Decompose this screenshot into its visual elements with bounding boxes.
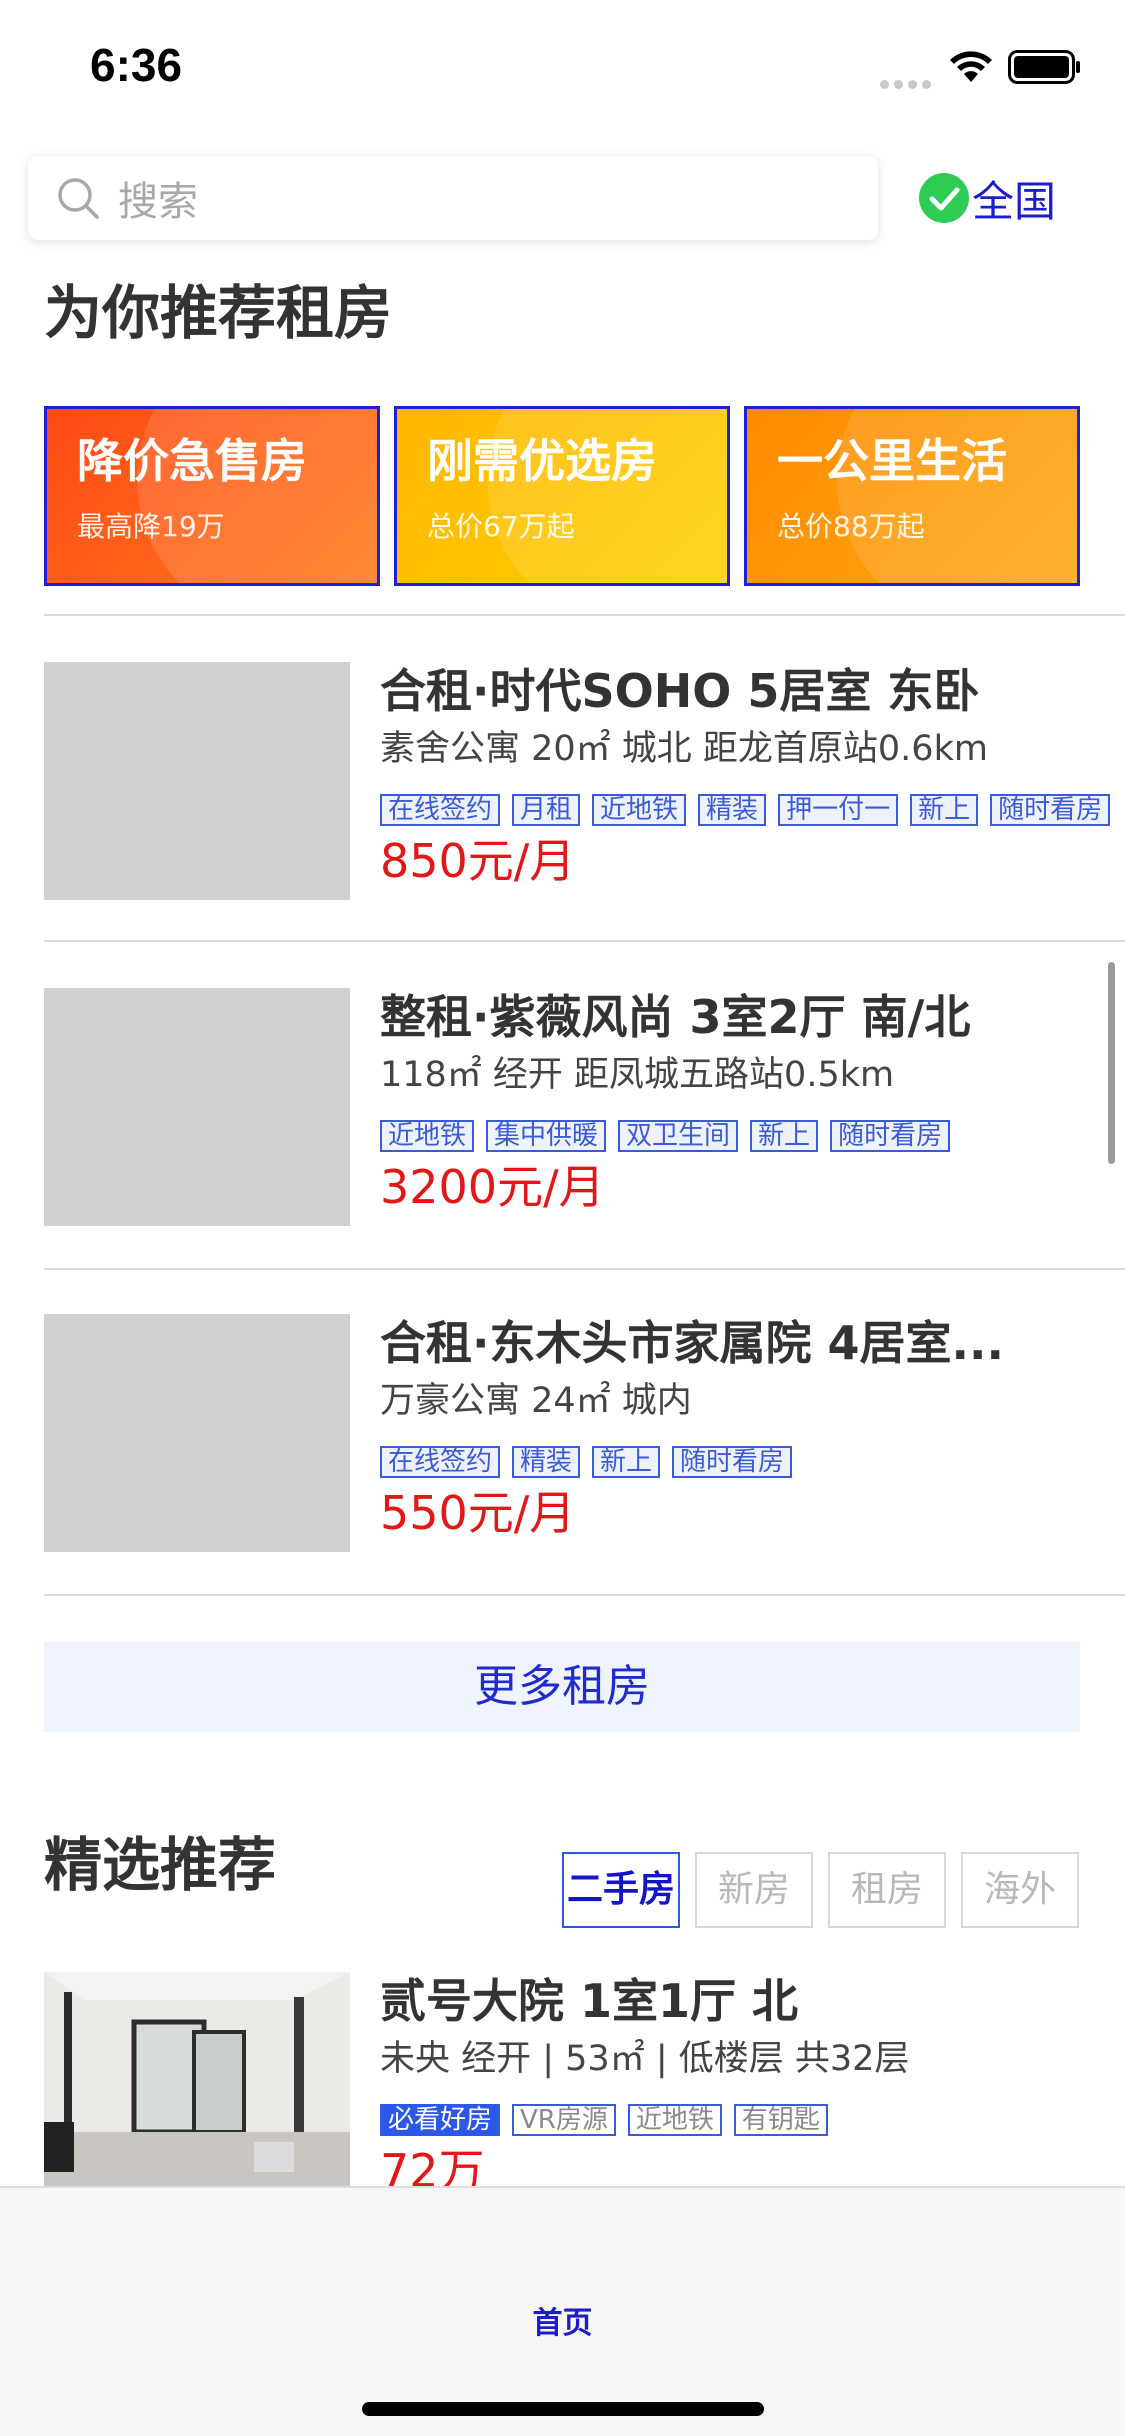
- listing-price: 3200元/月: [380, 1160, 605, 1214]
- section-title-featured: 精选推荐: [44, 1831, 277, 1899]
- room-photo: [44, 1972, 350, 2186]
- tab-home[interactable]: 首页: [0, 2298, 1125, 2342]
- list-item[interactable]: 合租·东木头市家属院 4居室... 万豪公寓 24㎡ 城内 在线签约 精装 新上 随时…: [44, 1314, 1125, 1554]
- tag: 近地铁: [380, 1120, 475, 1152]
- tag: VR房源: [512, 2104, 616, 2136]
- promo-title: 一公里生活: [777, 434, 1007, 488]
- listing-tags: 近地铁 集中供暖 双卫生间 新上 随时看房: [380, 1120, 1125, 1152]
- listing-photo: [44, 1972, 350, 2186]
- divider: [44, 1594, 1125, 1596]
- tag: 必看好房: [380, 2104, 501, 2136]
- tab-overseas[interactable]: 海外: [961, 1852, 1079, 1928]
- tag: 随时看房: [672, 1446, 793, 1478]
- tag: 有钥匙: [733, 2104, 828, 2136]
- listing-thumbnail: [44, 662, 350, 900]
- region-selector[interactable]: 全国: [918, 170, 1056, 226]
- signal-dots-icon: [880, 74, 936, 89]
- tag: 新上: [910, 794, 979, 826]
- status-time: 6:36: [90, 39, 183, 91]
- more-rent-button[interactable]: 更多租房: [44, 1642, 1080, 1732]
- list-item[interactable]: 合租·时代SOHO 5居室 东卧 素舍公寓 20㎡ 城北 距龙首原站0.6km …: [44, 662, 1125, 902]
- listing-price: 550元/月: [380, 1486, 576, 1540]
- listing-subtitle: 未央 经开 | 53㎡ | 低楼层 共32层: [380, 2039, 910, 2079]
- promo-subtitle: 总价67万起: [427, 510, 575, 543]
- tag: 近地铁: [627, 2104, 722, 2136]
- divider: [44, 1268, 1125, 1270]
- listing-price: 850元/月: [380, 834, 576, 888]
- tag: 在线签约: [380, 1446, 501, 1478]
- listing-tags: 在线签约 精装 新上 随时看房: [380, 1446, 1125, 1478]
- section-title-rent: 为你推荐租房: [44, 279, 393, 347]
- list-item[interactable]: 贰号大院 1室1厅 北 未央 经开 | 53㎡ | 低楼层 共32层 必看好房 V…: [44, 1972, 1125, 2186]
- listing-title: 整租·紫薇风尚 3室2厅 南/北: [380, 990, 971, 1044]
- region-label: 全国: [972, 176, 1057, 226]
- listing-tags: 必看好房 VR房源 近地铁 有钥匙: [380, 2104, 1125, 2136]
- promo-cards: 降价急售房 最高降19万 刚需优选房 总价67万起 一公里生活 总价88万起: [44, 406, 1080, 586]
- tab-secondhand[interactable]: 二手房: [562, 1852, 680, 1928]
- check-circle-icon: [919, 173, 969, 223]
- promo-card[interactable]: 刚需优选房 总价67万起: [394, 406, 730, 586]
- promo-subtitle: 总价88万起: [777, 510, 925, 543]
- wifi-icon: [950, 51, 992, 82]
- listing-tags: 在线签约 月租 近地铁 精装 押一付一 新上 随时看房: [380, 794, 1125, 826]
- tag: 押一付一: [778, 794, 899, 826]
- home-indicator: [362, 2402, 764, 2416]
- tag: 月租: [512, 794, 581, 826]
- search-placeholder: 搜索: [118, 179, 198, 225]
- tab-rent[interactable]: 租房: [828, 1852, 946, 1928]
- tag: 双卫生间: [618, 1120, 739, 1152]
- filter-tabs: 二手房 新房 租房 海外: [562, 1852, 1079, 1928]
- search-input[interactable]: 搜索: [28, 156, 878, 240]
- promo-title: 降价急售房: [77, 434, 307, 488]
- tag: 随时看房: [990, 794, 1111, 826]
- promo-subtitle: 最高降19万: [77, 510, 225, 543]
- listing-subtitle: 118㎡ 经开 距凤城五路站0.5km: [380, 1055, 895, 1095]
- divider: [44, 940, 1125, 942]
- promo-card[interactable]: 降价急售房 最高降19万: [44, 406, 380, 586]
- tag: 精装: [512, 1446, 581, 1478]
- divider: [44, 614, 1125, 616]
- listing-subtitle: 万豪公寓 24㎡ 城内: [380, 1381, 692, 1421]
- scrollbar[interactable]: [1108, 962, 1115, 1164]
- listing-subtitle: 素舍公寓 20㎡ 城北 距龙首原站0.6km: [380, 729, 988, 769]
- tab-new[interactable]: 新房: [695, 1852, 813, 1928]
- tab-bar: 首页: [0, 2186, 1125, 2436]
- tag: 集中供暖: [486, 1120, 607, 1152]
- listing-title: 合租·时代SOHO 5居室 东卧: [380, 664, 980, 718]
- tag: 新上: [750, 1120, 819, 1152]
- listing-price: 72万: [380, 2144, 485, 2186]
- battery-icon: [1008, 50, 1080, 84]
- listing-title: 贰号大院 1室1厅 北: [380, 1974, 799, 2028]
- list-item[interactable]: 整租·紫薇风尚 3室2厅 南/北 118㎡ 经开 距凤城五路站0.5km 近地铁…: [44, 988, 1125, 1228]
- promo-title: 刚需优选房: [427, 434, 657, 488]
- listing-thumbnail: [44, 1314, 350, 1552]
- tag: 新上: [592, 1446, 661, 1478]
- search-icon: [58, 178, 99, 219]
- listing-title: 合租·东木头市家属院 4居室...: [380, 1316, 1004, 1370]
- status-bar: 6:36: [0, 0, 1125, 140]
- tag: 近地铁: [592, 794, 687, 826]
- tag: 在线签约: [380, 794, 501, 826]
- listing-thumbnail: [44, 988, 350, 1226]
- tag: 随时看房: [830, 1120, 951, 1152]
- promo-card[interactable]: 一公里生活 总价88万起: [744, 406, 1080, 586]
- tag: 精装: [698, 794, 767, 826]
